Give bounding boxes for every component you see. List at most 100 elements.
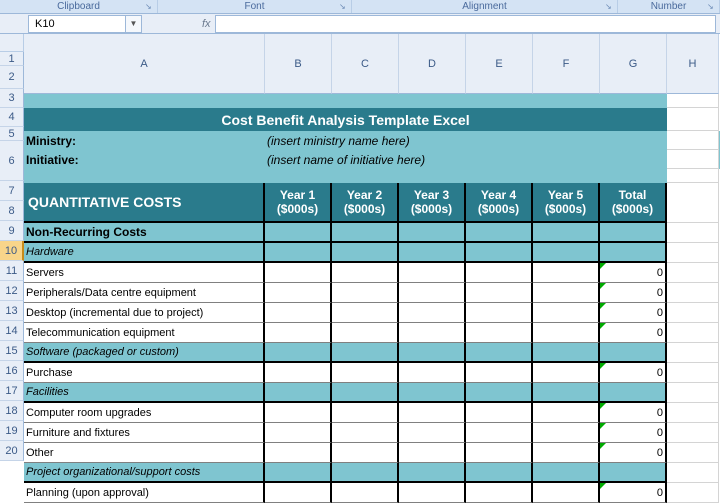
row-header-2[interactable]: 2	[0, 66, 24, 89]
cell[interactable]	[533, 343, 600, 363]
row-header-7[interactable]: 7	[0, 181, 24, 201]
cell[interactable]	[466, 483, 533, 503]
row-total[interactable]: 0	[600, 303, 667, 323]
cell[interactable]	[533, 169, 600, 183]
cell[interactable]	[265, 283, 332, 303]
cell[interactable]	[533, 443, 600, 463]
cell[interactable]	[332, 243, 399, 263]
ribbon-launcher-icon[interactable]: ↘	[339, 2, 349, 12]
row-total[interactable]: 0	[600, 263, 667, 283]
row-label[interactable]: Telecommunication equipment	[24, 323, 265, 343]
cell[interactable]	[332, 483, 399, 503]
row-label[interactable]: Non-Recurring Costs	[24, 223, 265, 243]
cell[interactable]	[332, 343, 399, 363]
row-header-14[interactable]: 14	[0, 321, 24, 341]
cell[interactable]	[533, 423, 600, 443]
initiative-value[interactable]: (insert name of initiative here)	[265, 150, 667, 169]
cell[interactable]	[332, 443, 399, 463]
name-box-dropdown[interactable]: ▼	[126, 15, 142, 33]
cell[interactable]	[332, 169, 399, 183]
cell[interactable]	[332, 263, 399, 283]
table-header-year[interactable]: Year 4 ($000s)	[466, 183, 533, 223]
cell[interactable]	[265, 243, 332, 263]
table-header-year[interactable]: Total ($000s)	[600, 183, 667, 223]
row-header-10[interactable]: 10	[0, 241, 24, 261]
cell[interactable]	[533, 263, 600, 283]
cell[interactable]	[466, 403, 533, 423]
cell[interactable]	[533, 483, 600, 503]
cell[interactable]	[265, 223, 332, 243]
cell[interactable]	[332, 403, 399, 423]
cell[interactable]	[533, 223, 600, 243]
cell[interactable]	[265, 443, 332, 463]
cell[interactable]	[466, 223, 533, 243]
row-header-19[interactable]: 19	[0, 421, 24, 441]
doc-title[interactable]: Cost Benefit Analysis Template Excel	[24, 108, 667, 131]
cell[interactable]	[399, 323, 466, 343]
table-header-year[interactable]: Year 5 ($000s)	[533, 183, 600, 223]
cell[interactable]	[466, 363, 533, 383]
cell[interactable]	[466, 283, 533, 303]
cell[interactable]	[332, 463, 399, 483]
row-label[interactable]: Hardware	[24, 243, 265, 263]
cell[interactable]	[466, 443, 533, 463]
cell[interactable]	[399, 423, 466, 443]
row-total[interactable]: 0	[600, 283, 667, 303]
cell[interactable]	[265, 403, 332, 423]
row-label[interactable]: Furniture and fixtures	[24, 423, 265, 443]
cell[interactable]	[466, 343, 533, 363]
row-total[interactable]: 0	[600, 323, 667, 343]
cell[interactable]	[265, 303, 332, 323]
row-label[interactable]: Purchase	[24, 363, 265, 383]
cell[interactable]	[332, 94, 399, 108]
select-all-cells[interactable]	[0, 34, 24, 52]
row-header-9[interactable]: 9	[0, 221, 24, 241]
table-header-year[interactable]: Year 2 ($000s)	[332, 183, 399, 223]
row-label[interactable]: Desktop (incremental due to project)	[24, 303, 265, 323]
row-label[interactable]: Project organizational/support costs	[24, 463, 265, 483]
table-header-main[interactable]: QUANTITATIVE COSTS	[24, 183, 265, 223]
initiative-label[interactable]: Initiative:	[24, 150, 265, 169]
row-header-8[interactable]: 8	[0, 201, 24, 221]
row-header-18[interactable]: 18	[0, 401, 24, 421]
cell[interactable]	[265, 323, 332, 343]
error-indicator-icon[interactable]	[600, 283, 606, 289]
row-total[interactable]: 0	[600, 483, 667, 503]
cell[interactable]	[399, 463, 466, 483]
cell[interactable]	[265, 423, 332, 443]
row-header-20[interactable]: 20	[0, 441, 24, 461]
row-label[interactable]: Software (packaged or custom)	[24, 343, 265, 363]
row-total[interactable]	[600, 243, 667, 263]
row-total[interactable]	[600, 343, 667, 363]
ribbon-launcher-icon[interactable]: ↘	[605, 2, 615, 12]
cell[interactable]	[399, 343, 466, 363]
cell[interactable]	[533, 243, 600, 263]
col-header-E[interactable]: E	[466, 34, 533, 94]
cell[interactable]	[399, 383, 466, 403]
cell[interactable]	[466, 423, 533, 443]
error-indicator-icon[interactable]	[600, 483, 606, 489]
row-header-17[interactable]: 17	[0, 381, 24, 401]
cell[interactable]	[24, 169, 265, 183]
ministry-value[interactable]: (insert ministry name here)	[265, 131, 667, 150]
ribbon-launcher-icon[interactable]: ↘	[707, 2, 717, 12]
cell[interactable]	[265, 343, 332, 363]
cell[interactable]	[466, 383, 533, 403]
cell[interactable]	[399, 263, 466, 283]
cell[interactable]	[600, 169, 667, 183]
row-total[interactable]	[600, 223, 667, 243]
cell[interactable]	[533, 403, 600, 423]
error-indicator-icon[interactable]	[600, 363, 606, 369]
cell[interactable]	[265, 94, 332, 108]
cell[interactable]	[399, 169, 466, 183]
cell[interactable]	[533, 363, 600, 383]
row-header-6[interactable]: 6	[0, 141, 24, 181]
cell[interactable]	[533, 383, 600, 403]
row-header-11[interactable]: 11	[0, 261, 24, 281]
formula-input[interactable]	[215, 15, 716, 33]
row-total[interactable]	[600, 383, 667, 403]
cell[interactable]	[265, 169, 332, 183]
cell[interactable]	[332, 423, 399, 443]
cell[interactable]	[332, 383, 399, 403]
cell[interactable]	[466, 94, 533, 108]
